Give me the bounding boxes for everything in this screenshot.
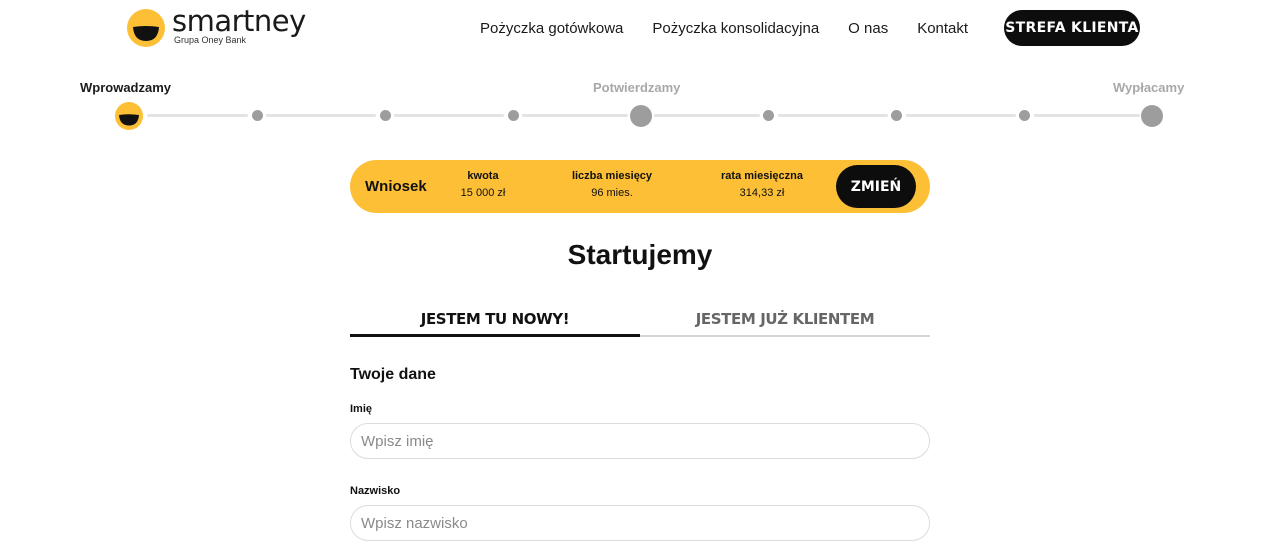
step-dot: [763, 110, 774, 121]
stepper-track-segment: [394, 114, 504, 117]
stepper-track-segment: [906, 114, 1016, 117]
nav-about-us[interactable]: O nas: [848, 20, 888, 37]
logo-wordmark: smartney: [172, 4, 306, 38]
stepper-track-segment: [147, 114, 248, 117]
nav-contact[interactable]: Kontakt: [917, 20, 968, 37]
nav-consolidation-loan[interactable]: Pożyczka konsolidacyjna: [652, 20, 819, 37]
last-name-label: Nazwisko: [350, 485, 401, 497]
step-label-payout: Wypłacamy: [1113, 80, 1185, 95]
summary-amount: kwota 15 000 zł: [450, 170, 516, 199]
section-title-your-data: Twoje dane: [350, 366, 436, 383]
step-label-enter: Wprowadzamy: [80, 80, 172, 95]
progress-stepper: Wprowadzamy Potwierdzamy Wypłacamy: [0, 70, 1280, 140]
step-milestone-dot: [630, 105, 652, 127]
stepper-track-segment: [778, 114, 888, 117]
step-dot: [891, 110, 902, 121]
rate-value: 314,33 zł: [739, 187, 785, 199]
amount-value: 15 000 zł: [460, 187, 506, 199]
smartney-logo[interactable]: smartney Grupa Oney Bank: [126, 6, 306, 50]
step-milestone-dot: [1141, 105, 1163, 127]
nav-cash-loan[interactable]: Pożyczka gotówkowa: [480, 20, 623, 37]
step-dot: [508, 110, 519, 121]
months-value: 96 mies.: [591, 187, 633, 199]
last-name-input[interactable]: [350, 505, 930, 541]
summary-rate: rata miesięczna 314,33 zł: [710, 170, 814, 199]
first-name-label: Imię: [350, 403, 373, 415]
stepper-track-segment: [654, 114, 760, 117]
summary-months: liczba miesięcy 96 mies.: [560, 170, 664, 199]
step-dot: [380, 110, 391, 121]
site-header: smartney Grupa Oney Bank Pożyczka gotówk…: [0, 0, 1280, 60]
first-name-input[interactable]: [350, 423, 930, 459]
main-nav: Pożyczka gotówkowa Pożyczka konsolidacyj…: [480, 10, 968, 46]
step-dot: [1019, 110, 1030, 121]
application-summary-bar: Wniosek kwota 15 000 zł liczba miesięcy …: [350, 160, 930, 213]
summary-title: Wniosek: [365, 178, 427, 195]
tab-new-customer[interactable]: JESTEM TU NOWY!: [350, 305, 640, 337]
stepper-track-segment: [266, 114, 376, 117]
step-label-confirm: Potwierdzamy: [593, 80, 681, 95]
page-title: Startujemy: [567, 239, 713, 270]
logo-text: smartney Grupa Oney Bank: [172, 6, 306, 45]
active-step-smiley-icon: [115, 102, 143, 130]
amount-label: kwota: [467, 170, 499, 182]
customer-type-tabs: JESTEM TU NOWY! JESTEM JUŻ KLIENTEM: [350, 305, 930, 337]
step-dot: [252, 110, 263, 121]
stepper-track-segment: [1034, 114, 1140, 117]
rate-label: rata miesięczna: [721, 170, 803, 182]
client-zone-button[interactable]: STREFA KLIENTA: [1004, 10, 1140, 46]
logo-subtitle: Grupa Oney Bank: [174, 35, 247, 45]
stepper-track-segment: [522, 114, 628, 117]
change-button[interactable]: ZMIEŃ: [836, 165, 916, 208]
tab-existing-customer[interactable]: JESTEM JUŻ KLIENTEM: [640, 305, 930, 337]
smiley-logo-icon: [127, 9, 165, 47]
months-label: liczba miesięcy: [571, 170, 653, 182]
